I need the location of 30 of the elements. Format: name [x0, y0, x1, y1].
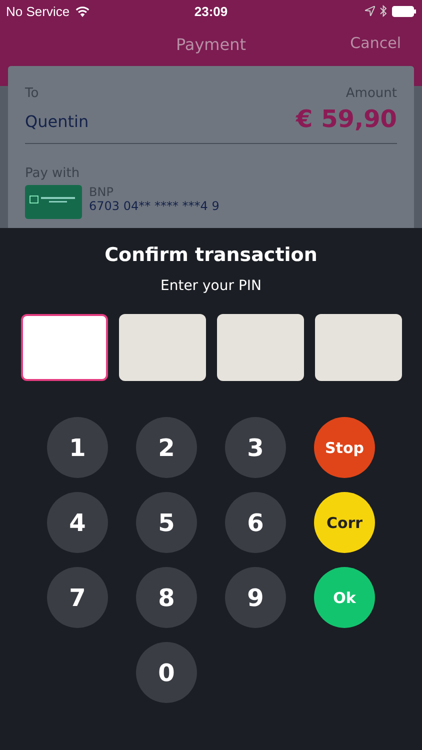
carrier-text: No Service	[6, 4, 70, 18]
pin-digit-field[interactable]	[314, 314, 402, 381]
recipient-name: Quentin	[25, 112, 89, 131]
cancel-button[interactable]: Cancel	[350, 34, 401, 52]
digit-key[interactable]: 5	[136, 492, 197, 553]
digit-key[interactable]: 6	[225, 492, 286, 553]
nav-title: Payment	[176, 34, 246, 54]
bank-card-icon	[25, 185, 82, 219]
digit-key[interactable]: 0	[136, 642, 197, 703]
digit-key[interactable]: 7	[47, 567, 108, 628]
card-number: 6703 04** **** ***4 9	[89, 199, 220, 213]
pin-digit-field[interactable]	[118, 314, 206, 381]
correct-button[interactable]: Corr	[314, 492, 375, 553]
pin-digit-field[interactable]	[20, 314, 108, 381]
status-time: 23:09	[194, 4, 228, 18]
dialog-subtitle: Enter your PIN	[160, 278, 262, 294]
wifi-icon	[74, 6, 90, 16]
pin-digit-field[interactable]	[216, 314, 304, 381]
stop-button[interactable]: Stop	[314, 417, 375, 478]
bluetooth-icon	[380, 5, 387, 17]
amount-value: € 59,90	[296, 105, 397, 133]
digit-key[interactable]: 9	[225, 567, 286, 628]
digit-key[interactable]: 2	[136, 417, 197, 478]
battery-icon	[392, 6, 416, 16]
digit-key[interactable]: 4	[47, 492, 108, 553]
dialog-title: Confirm transaction	[104, 244, 318, 266]
location-icon	[365, 6, 375, 16]
digit-key[interactable]: 8	[136, 567, 197, 628]
digit-key[interactable]: 3	[225, 417, 286, 478]
digit-key[interactable]: 1	[47, 417, 108, 478]
